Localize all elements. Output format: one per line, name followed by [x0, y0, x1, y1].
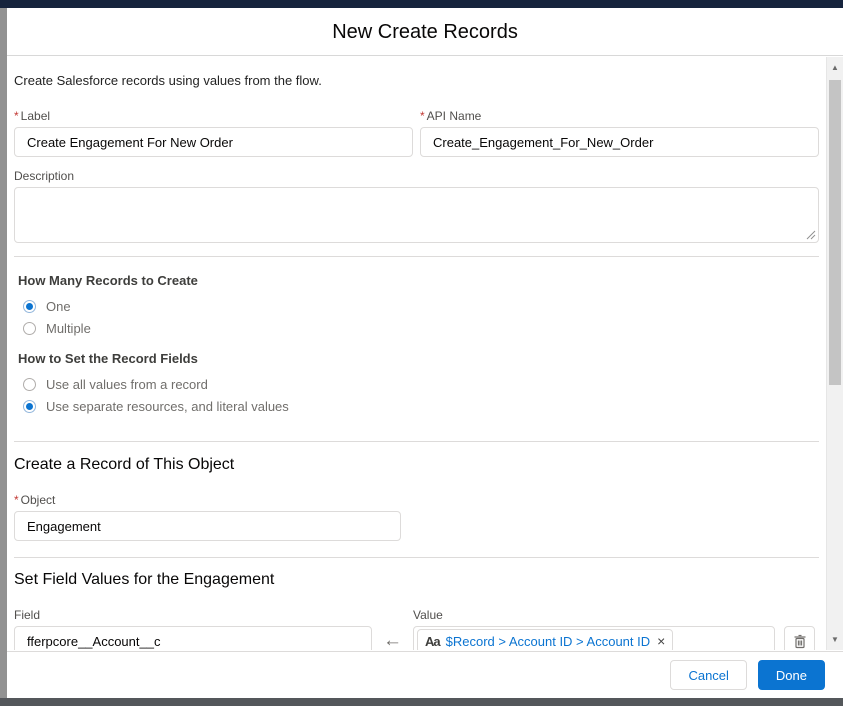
modal-title: New Create Records	[7, 8, 843, 56]
api-name-input[interactable]	[420, 127, 819, 157]
modal-footer: Cancel Done	[7, 651, 843, 698]
how-to-set-fields-options: Use all values from a record Use separat…	[18, 373, 819, 417]
radio-button-icon[interactable]	[23, 400, 36, 413]
label-api-row: *Label *API Name	[14, 109, 819, 157]
required-asterisk: *	[14, 493, 19, 507]
browser-top-bar	[0, 0, 843, 8]
object-section: Create a Record of This Object *Object	[14, 456, 819, 541]
how-many-records-options: One Multiple	[18, 295, 819, 339]
label-input[interactable]	[14, 127, 413, 157]
description-field-group: Description	[14, 169, 819, 243]
value-combobox[interactable]: Aa $Record > Account ID > Account ID ×	[413, 626, 775, 650]
radio-button-icon[interactable]	[23, 378, 36, 391]
required-asterisk: *	[14, 109, 19, 123]
how-many-records-legend: How Many Records to Create	[18, 273, 819, 288]
api-name-field-group: *API Name	[420, 109, 819, 157]
label-field-group: *Label	[14, 109, 413, 157]
modal-header: New Create Records	[7, 8, 843, 56]
field-values-column-headers: Field Value	[14, 608, 819, 622]
scroll-content: Create Salesforce records using values f…	[7, 73, 826, 650]
radio-option-one[interactable]: One	[18, 295, 819, 317]
value-column-label: Value	[413, 608, 443, 622]
label-field-label: *Label	[14, 109, 413, 123]
cancel-button[interactable]: Cancel	[670, 660, 746, 690]
dimmed-background-strip: › › › ›	[0, 8, 7, 698]
new-create-records-modal: New Create Records Create Salesforce rec…	[7, 8, 843, 698]
api-name-field-label: *API Name	[420, 109, 819, 123]
browser-bottom-bar	[0, 698, 843, 706]
object-field-label: *Object	[14, 493, 819, 507]
vertical-scrollbar[interactable]: ▲ ▼	[826, 57, 843, 650]
scroll-up-icon[interactable]: ▲	[827, 63, 843, 72]
trash-icon	[793, 634, 807, 649]
delete-row-button[interactable]	[784, 626, 815, 650]
field-values-section: Set Field Values for the Engagement Fiel…	[14, 571, 819, 650]
scrollbar-thumb[interactable]	[829, 80, 841, 385]
radio-button-icon[interactable]	[23, 300, 36, 313]
radio-option-label: One	[46, 299, 71, 314]
field-values-heading: Set Field Values for the Engagement	[14, 571, 819, 589]
radio-option-all-values[interactable]: Use all values from a record	[18, 373, 819, 395]
done-button[interactable]: Done	[758, 660, 825, 690]
object-input[interactable]	[14, 511, 401, 541]
section-divider	[14, 557, 819, 558]
radio-option-label: Use all values from a record	[46, 377, 208, 392]
remove-resource-icon[interactable]: ×	[657, 634, 665, 648]
how-to-set-fields-legend: How to Set the Record Fields	[18, 351, 819, 366]
radio-option-multiple[interactable]: Multiple	[18, 317, 819, 339]
required-asterisk: *	[420, 109, 425, 123]
intro-text: Create Salesforce records using values f…	[14, 73, 819, 88]
modal-body: Create Salesforce records using values f…	[7, 57, 843, 650]
radio-option-label: Multiple	[46, 321, 91, 336]
section-divider	[14, 441, 819, 442]
radio-option-label: Use separate resources, and literal valu…	[46, 399, 289, 414]
left-arrow-icon: ←	[372, 626, 413, 650]
record-options-section: How Many Records to Create One Multiple …	[14, 273, 819, 417]
object-section-heading: Create a Record of This Object	[14, 456, 819, 474]
section-divider	[14, 256, 819, 257]
scroll-down-icon[interactable]: ▼	[827, 635, 843, 644]
field-value-row: ← Aa $Record > Account ID > Account ID ×	[14, 626, 819, 650]
radio-option-separate-resources[interactable]: Use separate resources, and literal valu…	[18, 395, 819, 417]
selected-resource-pill[interactable]: Aa $Record > Account ID > Account ID ×	[417, 629, 673, 650]
field-reference-input[interactable]	[14, 626, 372, 650]
description-field-label: Description	[14, 169, 819, 183]
text-type-icon: Aa	[425, 634, 440, 649]
radio-button-icon[interactable]	[23, 322, 36, 335]
field-column-label: Field	[14, 608, 372, 622]
screen: › › › › New Create Records Create Salesf…	[0, 0, 843, 706]
description-textarea[interactable]	[14, 187, 819, 243]
resource-pill-label[interactable]: $Record > Account ID > Account ID	[446, 634, 651, 649]
